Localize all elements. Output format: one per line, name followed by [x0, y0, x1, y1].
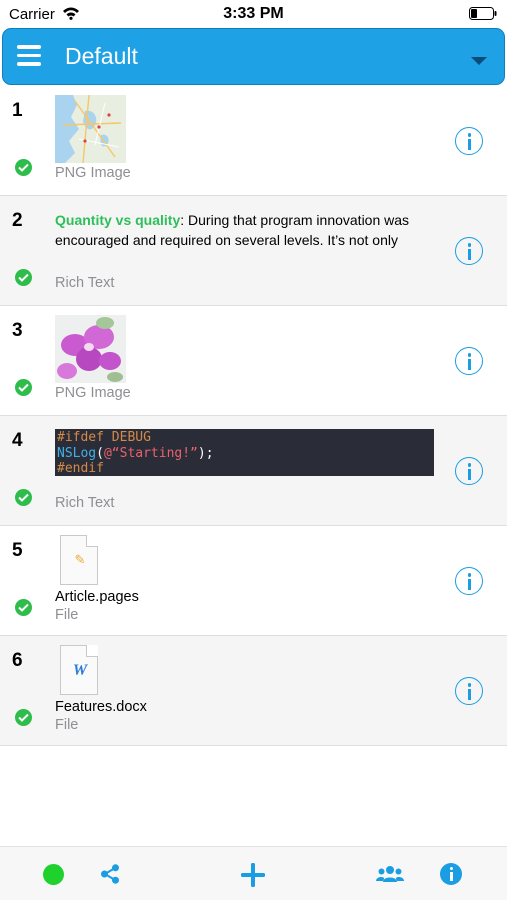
map-thumbnail: [55, 95, 126, 163]
item-type-label: File: [55, 717, 79, 733]
code-line: #endif: [57, 461, 104, 476]
code-line: NSLog(@“Starting!”);: [57, 446, 432, 462]
item-type-label: Rich Text: [55, 275, 115, 291]
list-item[interactable]: 4 #ifdef DEBUG NSLog(@“Starting!”); #end…: [0, 416, 507, 526]
file-name: Features.docx: [55, 699, 147, 715]
code-line: #ifdef DEBUG: [57, 430, 151, 445]
item-number: 6: [12, 650, 23, 671]
checkmark-icon: [15, 709, 32, 726]
item-number: 4: [12, 430, 23, 451]
word-glyph: W: [72, 662, 88, 679]
battery-icon: [469, 7, 497, 25]
code-string: @“Starting!”: [103, 445, 198, 461]
hamburger-menu-icon[interactable]: [17, 45, 41, 67]
checkmark-icon: [15, 159, 32, 176]
pen-icon: ✎: [74, 552, 86, 567]
info-icon[interactable]: [455, 127, 483, 155]
info-icon[interactable]: [455, 567, 483, 595]
list-item[interactable]: 2 Quantity vs quality: During that progr…: [0, 196, 507, 306]
header-bar[interactable]: Default: [2, 28, 505, 85]
clip-list: 1 PNG Image 2 Quantity vs quality: Durin…: [0, 86, 507, 746]
code-function: NSLog: [57, 445, 97, 461]
info-icon[interactable]: [440, 863, 462, 885]
item-type-label: Rich Text: [55, 495, 115, 511]
users-icon[interactable]: [376, 865, 404, 888]
rich-text-keyword: Quantity vs quality: [55, 212, 181, 228]
checkmark-icon: [15, 489, 32, 506]
chevron-down-icon[interactable]: [471, 57, 487, 65]
item-type-label: PNG Image: [55, 385, 131, 401]
checkmark-icon: [15, 379, 32, 396]
orchid-thumbnail: [55, 315, 126, 383]
collection-title[interactable]: Default: [65, 43, 138, 70]
item-type-label: File: [55, 607, 79, 623]
item-number: 1: [12, 100, 23, 121]
code-paren: (: [96, 445, 104, 461]
list-item[interactable]: 1 PNG Image: [0, 86, 507, 196]
item-type-label: PNG Image: [55, 165, 131, 181]
status-bar: Carrier 3:33 PM: [0, 0, 507, 28]
word-document-icon: W: [60, 645, 98, 695]
code-close: );: [197, 445, 214, 461]
pages-document-icon: ✎: [60, 535, 98, 585]
item-number: 2: [12, 210, 23, 231]
bottom-toolbar: [0, 846, 507, 900]
clock: 3:33 PM: [223, 5, 284, 22]
checkmark-icon: [15, 599, 32, 616]
info-icon[interactable]: [455, 347, 483, 375]
file-name: Article.pages: [55, 589, 139, 605]
add-icon[interactable]: [241, 863, 265, 892]
share-icon[interactable]: [100, 864, 120, 889]
rich-text-preview: Quantity vs quality: During that program…: [55, 210, 445, 250]
checkmark-icon: [15, 269, 32, 286]
info-icon[interactable]: [455, 677, 483, 705]
list-item[interactable]: 6 W Features.docx File: [0, 636, 507, 746]
connection-status-icon[interactable]: [43, 864, 64, 885]
app-screen: Carrier 3:33 PM Default 1 PNG Image 2 Qu…: [0, 0, 507, 900]
info-icon[interactable]: [455, 237, 483, 265]
code-preview: #ifdef DEBUG NSLog(@“Starting!”); #endif: [55, 429, 434, 476]
list-item[interactable]: 3 PNG Image: [0, 306, 507, 416]
item-number: 3: [12, 320, 23, 341]
list-item[interactable]: 5 ✎ Article.pages File: [0, 526, 507, 636]
info-icon[interactable]: [455, 457, 483, 485]
item-number: 5: [12, 540, 23, 561]
